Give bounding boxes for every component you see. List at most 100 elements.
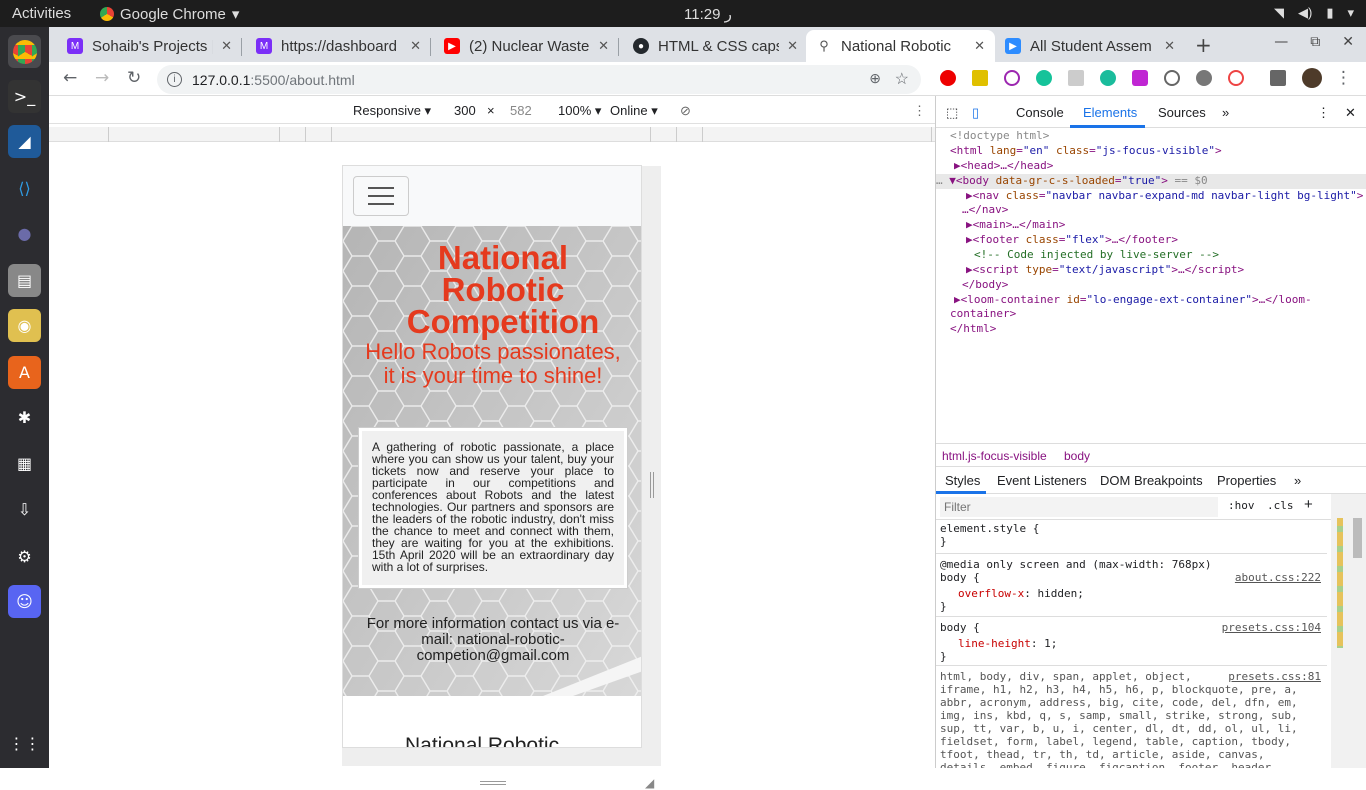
close-icon[interactable]: ✕ [974,38,985,54]
tab-event-listeners[interactable]: Event Listeners [997,473,1087,488]
device-toggle-icon[interactable]: ▯ [972,105,979,121]
grammarly-icon[interactable] [1036,70,1052,86]
cls-toggle[interactable]: .cls [1267,499,1294,512]
extension-icon[interactable] [1100,70,1116,86]
dom-node[interactable]: ▶<script type="text/javascript">…</scrip… [966,263,1366,278]
style-rule-element[interactable]: element.style {} [940,522,1327,548]
style-rule-reset[interactable]: html, body, div, span, applet, object, pr… [940,670,1327,768]
close-devtools-icon[interactable]: ✕ [1345,105,1356,121]
clock[interactable]: 11:29 ر [684,5,732,23]
extension-icon[interactable] [972,70,988,86]
dom-comment[interactable]: <!-- Code injected by live-server --> [974,248,1366,263]
resize-handle-bottom[interactable] [480,781,506,785]
extension-icon[interactable] [1132,70,1148,86]
new-tab-button[interactable]: + [1195,33,1212,57]
extension-icon[interactable] [1228,70,1244,86]
crumb-html[interactable]: html.js-focus-visible [942,449,1047,463]
styles-scrollbar[interactable] [1331,494,1366,768]
width-input[interactable]: 300 [454,103,476,118]
tab-student-assembly[interactable]: ▶ All Student Assem ✕ [995,30,1185,62]
tab-dom-breakpoints[interactable]: DOM Breakpoints [1100,473,1203,488]
media-query-ruler[interactable] [49,127,935,142]
rule-value[interactable]: 1; [1044,637,1057,650]
close-icon[interactable]: ✕ [787,38,798,54]
extension-icon[interactable] [1068,70,1084,86]
wireshark-dock-icon[interactable]: ◢ [8,125,41,158]
tab-properties[interactable]: Properties [1217,473,1276,488]
add-rule-icon[interactable]: + [1304,496,1313,513]
rule-source-link[interactable]: about.css:222 [1235,571,1321,584]
forward-button[interactable]: → [95,68,109,88]
more-tabs-icon[interactable]: » [1294,473,1301,488]
zoom-dropdown[interactable]: 100% ▾ [558,103,601,119]
close-icon[interactable]: ✕ [598,38,609,54]
close-icon[interactable]: ✕ [410,38,421,54]
tab-elements[interactable]: Elements [1083,105,1137,120]
rule-source-link[interactable]: presets.css:104 [1222,621,1321,634]
dom-node[interactable]: container> [950,307,1366,322]
tab-national-robotic[interactable]: ⚲ National Robotic ✕ [806,30,995,62]
tab-html-css-capstone[interactable]: ● HTML & CSS capst ✕ [623,30,808,62]
vscode-dock-icon[interactable]: ⟨⟩ [8,172,41,205]
bug-icon[interactable] [1196,70,1212,86]
rhythmbox-dock-icon[interactable]: ◉ [8,309,41,342]
files-dock-icon[interactable]: ▤ [8,264,41,297]
chrome-dock-icon[interactable] [8,35,41,68]
block-icon[interactable] [1004,70,1020,86]
hamburger-menu-icon[interactable] [353,176,409,216]
reload-button[interactable]: ↻ [127,68,141,88]
software-dock-icon[interactable]: A [8,356,41,389]
close-icon[interactable]: ✕ [221,38,232,54]
app-grid-icon[interactable]: ⋮⋮ [8,727,41,760]
rule-property[interactable]: overflow-x [958,587,1024,600]
more-options-icon[interactable]: ⋮ [913,103,926,119]
system-tray[interactable]: ◥ ◀) ▮ ▾ [1274,5,1354,21]
network-dropdown[interactable]: Online ▾ [610,103,658,119]
back-button[interactable]: ← [63,68,77,88]
terminal-dock-icon[interactable]: >_ [8,80,41,113]
responsive-dropdown[interactable]: Responsive ▾ [353,103,431,119]
close-window-icon[interactable]: ✕ [1342,34,1354,50]
tab-sources[interactable]: Sources [1158,105,1206,120]
tab-dashboard[interactable]: M https://dashboard ✕ [246,30,431,62]
height-input[interactable]: 582 [510,103,532,118]
minimize-icon[interactable]: — [1274,34,1288,50]
discord-dock-icon[interactable]: ☺ [8,585,41,618]
style-rule-body[interactable]: body {presets.css:104 line-height: 1; } [940,621,1327,663]
settings-dock-icon[interactable]: ⚙ [8,540,41,573]
dom-tree[interactable]: <!doctype html> <html lang="en" class="j… [936,128,1366,408]
tab-nuclear-waste[interactable]: ▶ (2) Nuclear Waste ✕ [434,30,619,62]
eclipse-dock-icon[interactable]: ● [8,217,41,250]
dom-node[interactable]: <!doctype html> [950,129,1366,144]
more-tabs-icon[interactable]: » [1222,105,1229,120]
dom-node[interactable]: ▶<main>…</main> [966,218,1366,233]
tab-styles[interactable]: Styles [945,473,980,488]
dom-node[interactable]: ▶<footer class="flex">…</footer> [966,233,1366,248]
activities-button[interactable]: Activities [12,5,71,22]
extension-icon[interactable] [1164,70,1180,86]
resize-corner-icon[interactable]: ◢ [645,776,654,790]
dom-node[interactable]: …</nav> [962,203,1366,218]
style-rule-media[interactable]: @media only screen and (max-width: 768px… [940,558,1327,613]
dom-node[interactable]: ▶<loom-container id="lo-engage-ext-conta… [954,293,1366,308]
dom-node-selected[interactable]: … ▼<body data-gr-c-s-loaded="true"> == $… [936,174,1366,189]
installer-dock-icon[interactable]: ⇩ [8,493,41,526]
video-editor-dock-icon[interactable]: ▦ [8,447,41,480]
app-menu[interactable]: Google Chrome ▾ [100,5,239,23]
zoom-icon[interactable]: ⊕ [869,70,881,87]
dom-node[interactable]: ▶<head>…</head> [954,159,1366,174]
reading-list-icon[interactable] [1270,70,1286,86]
resize-handle-right[interactable] [650,472,654,498]
chrome-menu-icon[interactable]: ⋮ [1335,68,1352,88]
inspect-element-icon[interactable]: ⬚ [946,105,958,121]
close-icon[interactable]: ✕ [1164,38,1175,54]
tab-sohaib-projects[interactable]: M Sohaib's Projects | ✕ [57,30,242,62]
rotate-icon[interactable]: ⊘ [680,103,691,119]
dom-node[interactable]: </body> [962,278,1366,293]
styles-filter-input[interactable] [940,497,1218,517]
crumb-body[interactable]: body [1064,449,1090,463]
dom-node[interactable]: <html lang="en" class="js-focus-visible"… [950,144,1366,159]
dom-node[interactable]: </html> [950,322,1366,337]
adblock-icon[interactable] [940,70,956,86]
hov-toggle[interactable]: :hov [1228,499,1255,512]
